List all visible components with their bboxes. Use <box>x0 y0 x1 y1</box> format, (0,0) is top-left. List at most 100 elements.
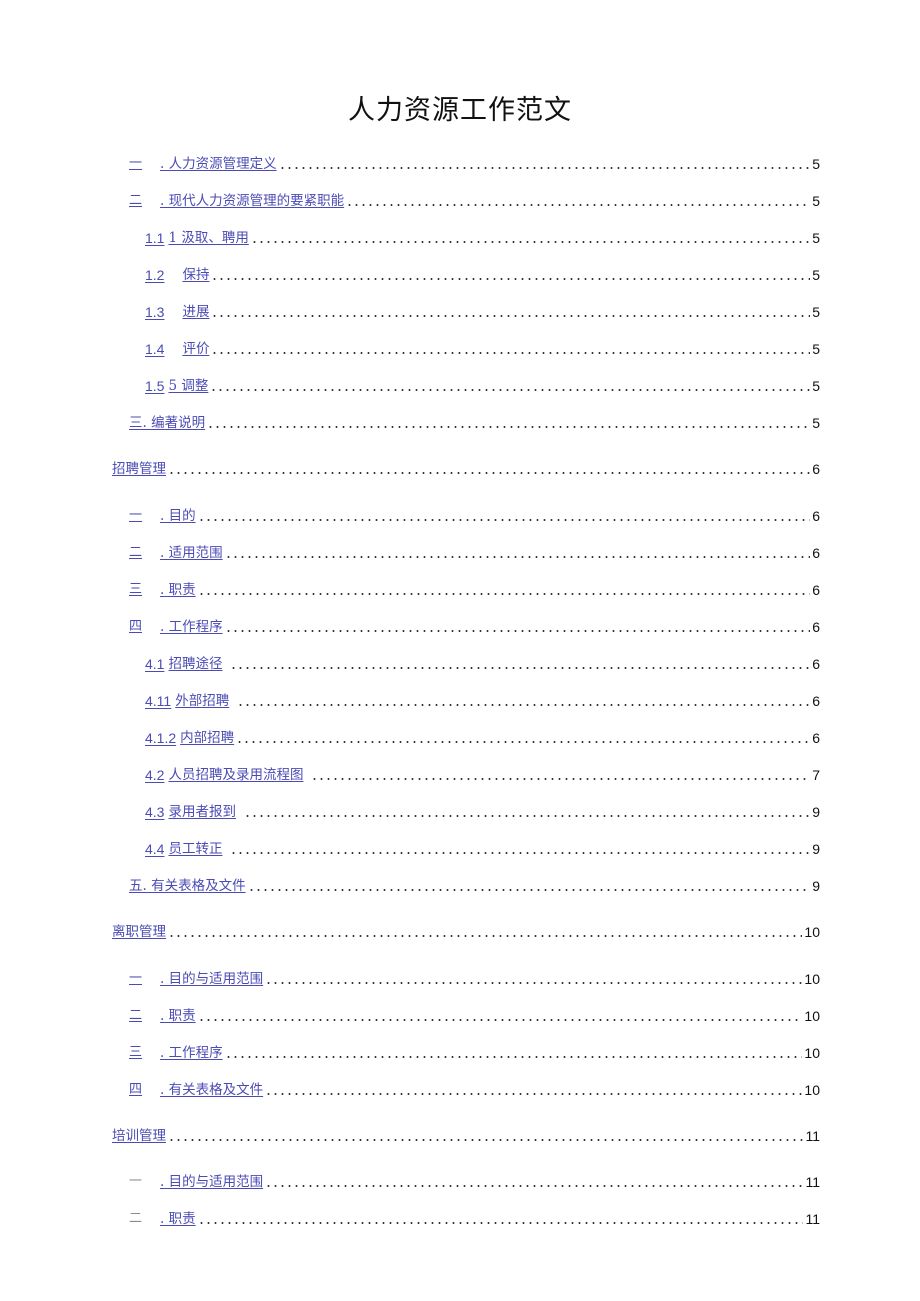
toc-link[interactable]: 一 . 目的 <box>129 507 196 525</box>
toc-row: 4.11 外部招聘 6 <box>145 690 820 710</box>
toc-row: 三 . 工作程序 10 <box>129 1042 820 1062</box>
toc-link[interactable]: 二 . 现代人力资源管理的要紧职能 <box>129 192 344 210</box>
toc-row: 4.1.2 内部招聘 6 <box>145 727 820 747</box>
toc-page-number: 9 <box>812 804 820 820</box>
toc-entry-number: 4.1.2 <box>145 730 177 746</box>
toc-entry-text: . 现代人力资源管理的要紧职能 <box>160 193 345 209</box>
toc-page-number: 6 <box>812 619 820 635</box>
toc-row: 4.3 录用者报到 9 <box>145 801 820 821</box>
toc-entry-text: . 职责 <box>160 1008 196 1024</box>
toc-link[interactable]: 四 . 工作程序 <box>129 618 223 636</box>
toc-page-number: 6 <box>812 693 820 709</box>
toc-link[interactable]: 一 . 目的与适用范围 <box>129 970 263 988</box>
toc-page-number: 11 <box>805 1174 820 1190</box>
toc-link[interactable]: 4.3 录用者报到 <box>145 803 236 821</box>
dot-leader <box>346 204 810 206</box>
toc-entry-text: . 适用范围 <box>160 545 223 561</box>
toc-page-number: 10 <box>804 1008 820 1024</box>
dot-leader <box>211 315 810 317</box>
toc-link[interactable]: 4.2 人员招聘及录用流程图 <box>145 766 303 784</box>
dot-leader <box>278 167 810 169</box>
toc-row: 招聘管理 6 <box>112 458 820 478</box>
toc-entry-text: . 有关表格及文件 <box>160 1082 264 1098</box>
toc-row: 一 . 目的 6 <box>129 505 820 525</box>
toc-page-number: 10 <box>804 1082 820 1098</box>
dot-leader <box>237 704 810 706</box>
toc-entry-number: 三 <box>129 582 143 597</box>
dot-leader <box>230 852 810 854</box>
toc-entry-text: 外部招聘 <box>175 693 230 709</box>
dot-leader <box>207 426 810 428</box>
toc-link[interactable]: 五. 有关表格及文件 <box>129 877 246 895</box>
dot-leader <box>224 556 810 558</box>
dot-leader <box>311 778 810 780</box>
toc-page-number: 7 <box>812 767 820 783</box>
toc-entry-number: 1.4 <box>145 341 165 357</box>
toc-entry-text: . 目的与适用范围 <box>160 1174 264 1190</box>
toc-page-number: 5 <box>812 156 820 172</box>
toc-link[interactable]: 培训管理 <box>112 1127 166 1145</box>
toc-link[interactable]: 离职管理 <box>112 923 166 941</box>
toc-row: 1.3 进展 5 <box>145 301 820 321</box>
toc-link[interactable]: 1.3 进展 <box>145 303 209 321</box>
dot-leader <box>230 667 810 669</box>
toc-link[interactable]: 一 . 目的与适用范围 <box>129 1173 263 1191</box>
toc-row: 二 . 适用范围 6 <box>129 542 820 562</box>
toc-link[interactable]: 1.4 评价 <box>145 340 209 358</box>
toc-link[interactable]: 三 . 工作程序 <box>129 1044 223 1062</box>
toc-link[interactable]: 4.1.2 内部招聘 <box>145 729 234 747</box>
toc-row: 三. 编著说明 5 <box>129 412 820 432</box>
toc-page-number: 9 <box>812 841 820 857</box>
toc-page-number: 10 <box>804 1045 820 1061</box>
toc-entry-number: 4.3 <box>145 804 165 820</box>
toc-page-number: 6 <box>812 656 820 672</box>
toc-entry-number: 4.4 <box>145 841 165 857</box>
toc-link[interactable]: 4.4 员工转正 <box>145 840 222 858</box>
toc-link[interactable]: 招聘管理 <box>112 460 166 478</box>
toc-row: 离职管理 10 <box>112 921 820 941</box>
dot-leader <box>236 741 810 743</box>
toc-entry-text: 录用者报到 <box>168 804 236 820</box>
toc-link[interactable]: 二 . 职责 <box>129 1210 196 1228</box>
toc-link[interactable]: 1.1 1 汲取、聘用 <box>145 229 249 247</box>
toc-row: 四 . 工作程序 6 <box>129 616 820 636</box>
toc-entry-text: . 人力资源管理定义 <box>160 156 277 172</box>
toc-entry-text: . 工作程序 <box>160 1045 223 1061</box>
toc-entry-text: 培训管理 <box>112 1128 166 1144</box>
toc-row: 三 . 职责 6 <box>129 579 820 599</box>
toc-entry-number: 一 <box>129 156 143 171</box>
toc-entry-number: 二 <box>129 193 143 208</box>
toc-page-number: 6 <box>812 508 820 524</box>
toc-entry-text: 5 调整 <box>168 378 209 394</box>
toc-row: 四 . 有关表格及文件 10 <box>129 1079 820 1099</box>
toc-link[interactable]: 4.1 招聘途径 <box>145 655 222 673</box>
toc-link[interactable]: 四 . 有关表格及文件 <box>129 1081 263 1099</box>
toc-entry-number: 一 <box>129 1174 143 1189</box>
toc-link[interactable]: 二 . 适用范围 <box>129 544 223 562</box>
toc-row: 4.2 人员招聘及录用流程图 7 <box>145 764 820 784</box>
dot-leader <box>247 889 810 891</box>
toc-entry-number: 1.2 <box>145 267 165 283</box>
toc-entry-text: 员工转正 <box>168 841 223 857</box>
toc-entry-number: 一 <box>129 971 143 986</box>
dot-leader <box>197 519 810 521</box>
toc-link[interactable]: 4.11 外部招聘 <box>145 692 229 710</box>
toc-entry-text: 招聘途径 <box>168 656 223 672</box>
toc-link[interactable]: 1.2 保持 <box>145 266 209 284</box>
toc-entry-number: 二 <box>129 1008 143 1023</box>
toc-entry-number: 1.1 <box>145 230 165 246</box>
toc-entry-number: 四 <box>129 1082 143 1097</box>
toc-row: 二 . 现代人力资源管理的要紧职能 5 <box>129 190 820 210</box>
dot-leader <box>250 241 810 243</box>
toc-link[interactable]: 1.5 5 调整 <box>145 377 208 395</box>
toc-link[interactable]: 一 . 人力资源管理定义 <box>129 155 277 173</box>
dot-leader <box>168 472 810 474</box>
toc-page-number: 6 <box>812 730 820 746</box>
toc-page-number: 6 <box>812 461 820 477</box>
toc-link[interactable]: 三 . 职责 <box>129 581 196 599</box>
toc-page-number: 5 <box>812 267 820 283</box>
dot-leader <box>168 935 803 937</box>
dot-leader <box>265 1185 804 1187</box>
toc-link[interactable]: 二 . 职责 <box>129 1007 196 1025</box>
toc-link[interactable]: 三. 编著说明 <box>129 414 205 432</box>
